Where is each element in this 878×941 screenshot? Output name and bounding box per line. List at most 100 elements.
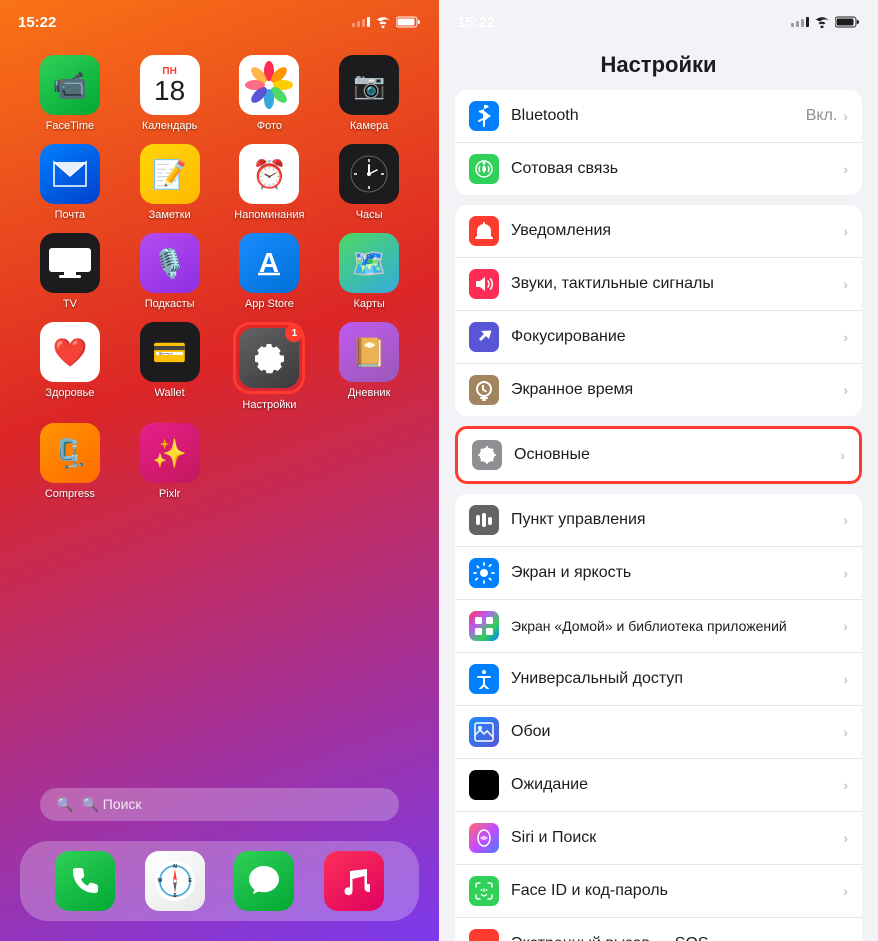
settings-icon: 1 (239, 328, 299, 388)
calendar-day-num: 18 (154, 77, 185, 105)
homescreen-chevron: › (843, 618, 848, 634)
dock-music[interactable] (324, 851, 384, 911)
wallpaper-chevron: › (843, 724, 848, 740)
app-camera[interactable]: 📷 Камера (329, 55, 409, 132)
app-compress[interactable]: 🗜️ Compress (30, 423, 110, 500)
app-journal[interactable]: 📔 Дневник (329, 322, 409, 411)
cellular-chevron: › (843, 161, 848, 177)
focus-icon (469, 322, 499, 352)
sounds-chevron: › (843, 276, 848, 292)
cellular-icon (469, 154, 499, 184)
accessibility-label: Универсальный доступ (511, 670, 843, 688)
settings-row-accessibility[interactable]: Универсальный доступ › (455, 653, 862, 706)
reminders-label: Напоминания (234, 209, 304, 221)
settings-row-faceid[interactable]: Face ID и код-пароль › (455, 865, 862, 918)
calendar-label: Календарь (142, 120, 198, 132)
app-settings[interactable]: 1 Настройки (229, 322, 309, 411)
status-icons-right (791, 16, 860, 28)
dock-phone[interactable] (55, 851, 115, 911)
settings-row-siri[interactable]: Siri и Поиск › (455, 812, 862, 865)
general-label: Основные (514, 446, 840, 464)
notes-icon: 📝 (140, 144, 200, 204)
settings-row-bluetooth[interactable]: Bluetooth Вкл. › (455, 90, 862, 143)
app-notes[interactable]: 📝 Заметки (130, 144, 210, 221)
photos-icon (239, 55, 299, 115)
general-chevron: › (840, 447, 845, 463)
settings-row-homescreen[interactable]: Экран «Домой» и библиотека приложений › (455, 600, 862, 653)
notifications-label: Уведомления (511, 222, 843, 240)
app-appstore[interactable]: A App Store (229, 233, 309, 310)
standby-chevron: › (843, 777, 848, 793)
app-calendar[interactable]: Пн 18 Календарь (130, 55, 210, 132)
siri-chevron: › (843, 830, 848, 846)
search-label: 🔍 Поиск (81, 796, 141, 813)
app-empty-2 (329, 423, 409, 500)
settings-row-sounds[interactable]: Звуки, тактильные сигналы › (455, 258, 862, 311)
app-appletv[interactable]: TV (30, 233, 110, 310)
settings-row-wallpaper[interactable]: Обои › (455, 706, 862, 759)
podcasts-icon: 🎙️ (140, 233, 200, 293)
standby-icon (469, 770, 499, 800)
journal-icon: 📔 (339, 322, 399, 382)
focus-chevron: › (843, 329, 848, 345)
notes-label: Заметки (149, 209, 191, 221)
notifications-chevron: › (843, 223, 848, 239)
health-label: Здоровье (45, 387, 94, 399)
settings-row-general-highlighted[interactable]: Основные › (455, 426, 862, 484)
health-icon: ❤️ (40, 322, 100, 382)
status-bar-right: 15:22 (439, 0, 878, 44)
settings-section-connectivity: Bluetooth Вкл. › Сотовая связь › (455, 90, 862, 195)
clock-icon (339, 144, 399, 204)
sos-label: Экстренный вызов — SOS (511, 935, 843, 941)
accessibility-icon (469, 664, 499, 694)
sounds-label: Звуки, тактильные сигналы (511, 275, 843, 293)
app-wallet[interactable]: 💳 Wallet (130, 322, 210, 411)
bluetooth-value: Вкл. (806, 107, 838, 125)
status-icons-left (352, 16, 421, 28)
settings-label: Настройки (242, 399, 296, 411)
app-facetime[interactable]: 📹 FaceTime (30, 55, 110, 132)
settings-row-cellular[interactable]: Сотовая связь › (455, 143, 862, 195)
camera-icon: 📷 (339, 55, 399, 115)
wifi-icon-right (814, 16, 830, 28)
dock-safari[interactable]: N S E W (145, 851, 205, 911)
screentime-icon (469, 375, 499, 405)
settings-title: Настройки (600, 52, 716, 77)
appletv-label: TV (63, 298, 77, 310)
mail-icon (40, 144, 100, 204)
sos-icon: SOS (469, 929, 499, 941)
control-icon (469, 505, 499, 535)
settings-list[interactable]: Bluetooth Вкл. › Сотовая связь › (439, 90, 878, 941)
settings-row-screentime[interactable]: Экранное время › (455, 364, 862, 416)
app-pixlr[interactable]: ✨ Pixlr (130, 423, 210, 500)
app-photos[interactable]: Фото (229, 55, 309, 132)
mail-label: Почта (55, 209, 86, 221)
settings-row-control[interactable]: Пункт управления › (455, 494, 862, 547)
dock-messages[interactable] (234, 851, 294, 911)
bluetooth-chevron: › (843, 108, 848, 124)
app-health[interactable]: ❤️ Здоровье (30, 322, 110, 411)
screentime-chevron: › (843, 382, 848, 398)
app-podcasts[interactable]: 🎙️ Подкасты (130, 233, 210, 310)
settings-row-display[interactable]: Экран и яркость › (455, 547, 862, 600)
app-reminders[interactable]: ⏰ Напоминания (229, 144, 309, 221)
focus-label: Фокусирование (511, 328, 843, 346)
appstore-label: App Store (245, 298, 294, 310)
search-bar[interactable]: 🔍 🔍 Поиск (40, 788, 399, 821)
wallet-label: Wallet (155, 387, 185, 399)
time-left: 15:22 (18, 14, 56, 31)
appletv-icon (40, 233, 100, 293)
settings-row-notifications[interactable]: Уведомления › (455, 205, 862, 258)
app-grid: 📹 FaceTime Пн 18 Календарь (20, 55, 419, 512)
wallpaper-icon (469, 717, 499, 747)
settings-row-focus[interactable]: Фокусирование › (455, 311, 862, 364)
settings-section-more: Пункт управления › Экран и яркость › (455, 494, 862, 941)
app-mail[interactable]: Почта (30, 144, 110, 221)
app-clock[interactable]: Часы (329, 144, 409, 221)
settings-row-sos[interactable]: SOS Экстренный вызов — SOS › (455, 918, 862, 941)
app-maps[interactable]: 🗺️ Карты (329, 233, 409, 310)
maps-label: Карты (353, 298, 384, 310)
faceid-label: Face ID и код-пароль (511, 882, 843, 900)
settings-row-standby[interactable]: Ожидание › (455, 759, 862, 812)
sounds-icon (469, 269, 499, 299)
